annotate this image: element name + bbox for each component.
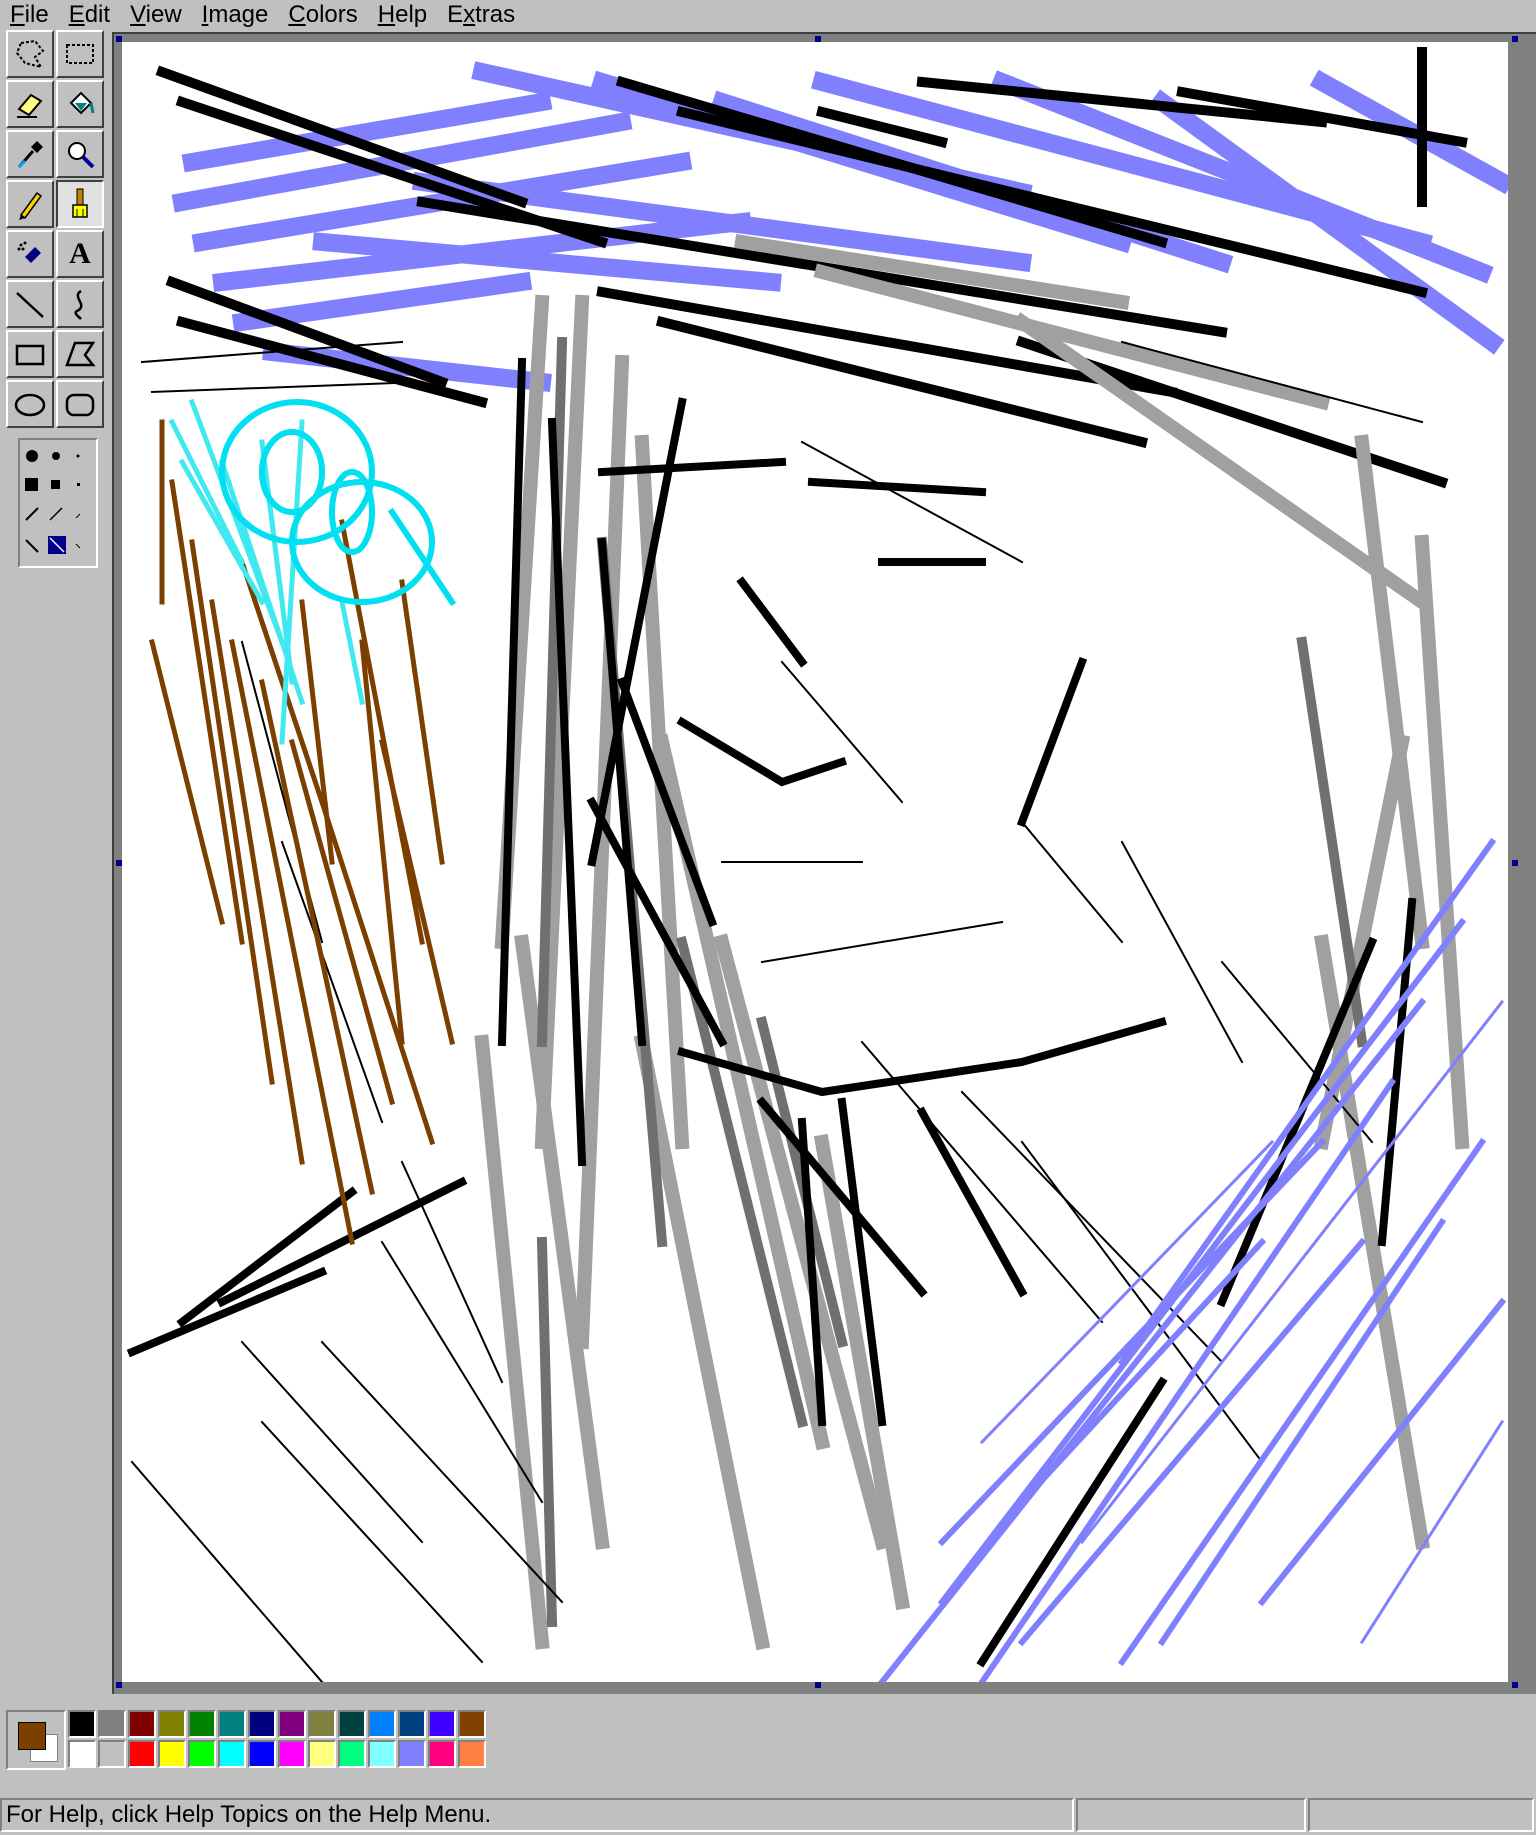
status-coordinates bbox=[1076, 1798, 1306, 1832]
menu-view[interactable]: View bbox=[120, 2, 192, 28]
polygon-icon bbox=[65, 341, 96, 367]
rectangle-select-tool-button[interactable] bbox=[56, 30, 104, 78]
brush-options[interactable] bbox=[18, 438, 98, 568]
brush-shape-options-icon bbox=[25, 450, 81, 554]
palette-swatch[interactable] bbox=[218, 1740, 246, 1768]
palette-swatch[interactable] bbox=[128, 1740, 156, 1768]
palette-swatch[interactable] bbox=[98, 1740, 126, 1768]
menu-file[interactable]: File bbox=[0, 2, 59, 28]
magnifier-tool-button[interactable] bbox=[56, 130, 104, 178]
status-help-text: For Help, click Help Topics on the Help … bbox=[0, 1798, 1074, 1832]
palette-swatch[interactable] bbox=[308, 1710, 336, 1738]
palette-swatch[interactable] bbox=[188, 1740, 216, 1768]
palette-swatch[interactable] bbox=[248, 1740, 276, 1768]
fill-bucket-tool-button[interactable] bbox=[56, 80, 104, 128]
palette-swatch[interactable] bbox=[308, 1740, 336, 1768]
resize-handle[interactable] bbox=[1512, 36, 1518, 42]
menu-extras[interactable]: Extras bbox=[437, 2, 525, 28]
resize-handle[interactable] bbox=[116, 36, 122, 42]
palette-swatch[interactable] bbox=[158, 1710, 186, 1738]
curve-tool-button[interactable] bbox=[56, 280, 104, 328]
rectangle-tool-button[interactable] bbox=[6, 330, 54, 378]
brush-icon bbox=[72, 188, 88, 218]
sketch-drawing bbox=[126, 47, 1508, 1682]
palette-swatch[interactable] bbox=[278, 1740, 306, 1768]
status-bar: For Help, click Help Topics on the Help … bbox=[0, 1794, 1536, 1835]
eraser-icon bbox=[17, 93, 43, 118]
resize-handle[interactable] bbox=[1512, 1682, 1518, 1688]
resize-handle[interactable] bbox=[1512, 860, 1518, 866]
current-colors[interactable] bbox=[6, 1710, 66, 1770]
text-tool-button[interactable]: A bbox=[56, 230, 104, 278]
ellipse-icon bbox=[14, 393, 46, 417]
brush-tool-button[interactable] bbox=[56, 180, 104, 228]
menu-bar: File Edit View Image Colors Help Extras bbox=[0, 0, 1536, 30]
palette-swatch[interactable] bbox=[458, 1740, 486, 1768]
palette-swatch[interactable] bbox=[368, 1740, 396, 1768]
free-form-select-tool-button[interactable] bbox=[6, 30, 54, 78]
palette-swatch[interactable] bbox=[158, 1740, 186, 1768]
ellipse-tool-button[interactable] bbox=[6, 380, 54, 428]
palette-swatch[interactable] bbox=[98, 1710, 126, 1738]
palette-swatch[interactable] bbox=[428, 1740, 456, 1768]
eraser-tool-button[interactable] bbox=[6, 80, 54, 128]
palette-swatch[interactable] bbox=[398, 1710, 426, 1738]
airbrush-tool-button[interactable] bbox=[6, 230, 54, 278]
palette-swatch[interactable] bbox=[248, 1710, 276, 1738]
palette-swatch[interactable] bbox=[428, 1710, 456, 1738]
free-form-select-icon bbox=[15, 39, 45, 69]
palette-swatch[interactable] bbox=[68, 1710, 96, 1738]
status-size bbox=[1308, 1798, 1534, 1832]
resize-handle[interactable] bbox=[815, 36, 821, 42]
palette-swatch[interactable] bbox=[338, 1740, 366, 1768]
foreground-color bbox=[18, 1722, 46, 1750]
rounded-rectangle-tool-button[interactable] bbox=[56, 380, 104, 428]
line-icon bbox=[16, 292, 44, 318]
pencil-icon bbox=[19, 191, 43, 220]
curve-icon bbox=[74, 289, 83, 320]
resize-handle[interactable] bbox=[116, 860, 122, 866]
resize-handle[interactable] bbox=[116, 1682, 122, 1688]
drawing-canvas[interactable] bbox=[122, 42, 1508, 1682]
palette-swatch[interactable] bbox=[128, 1710, 156, 1738]
magnifier-icon bbox=[68, 142, 95, 169]
pencil-tool-button[interactable] bbox=[6, 180, 54, 228]
palette-swatch[interactable] bbox=[398, 1740, 426, 1768]
menu-help[interactable]: Help bbox=[368, 2, 437, 28]
polygon-tool-button[interactable] bbox=[56, 330, 104, 378]
rectangle-select-icon bbox=[66, 44, 94, 64]
color-picker-icon bbox=[17, 141, 43, 169]
tool-box: A bbox=[6, 30, 108, 432]
menu-edit[interactable]: Edit bbox=[59, 2, 120, 28]
airbrush-icon bbox=[17, 241, 41, 263]
menu-colors[interactable]: Colors bbox=[278, 2, 367, 28]
color-picker-tool-button[interactable] bbox=[6, 130, 54, 178]
resize-handle[interactable] bbox=[815, 1682, 821, 1688]
palette-swatch[interactable] bbox=[68, 1740, 96, 1768]
rounded-rectangle-icon bbox=[65, 393, 95, 417]
palette-swatch[interactable] bbox=[338, 1710, 366, 1738]
palette-swatch[interactable] bbox=[188, 1710, 216, 1738]
fill-bucket-icon bbox=[69, 91, 95, 115]
rectangle-icon bbox=[15, 344, 45, 366]
palette-swatch[interactable] bbox=[218, 1710, 246, 1738]
text-icon: A bbox=[69, 237, 91, 270]
palette-swatch[interactable] bbox=[278, 1710, 306, 1738]
palette-swatch[interactable] bbox=[368, 1710, 396, 1738]
menu-image[interactable]: Image bbox=[192, 2, 279, 28]
palette-swatch[interactable] bbox=[458, 1710, 486, 1738]
line-tool-button[interactable] bbox=[6, 280, 54, 328]
